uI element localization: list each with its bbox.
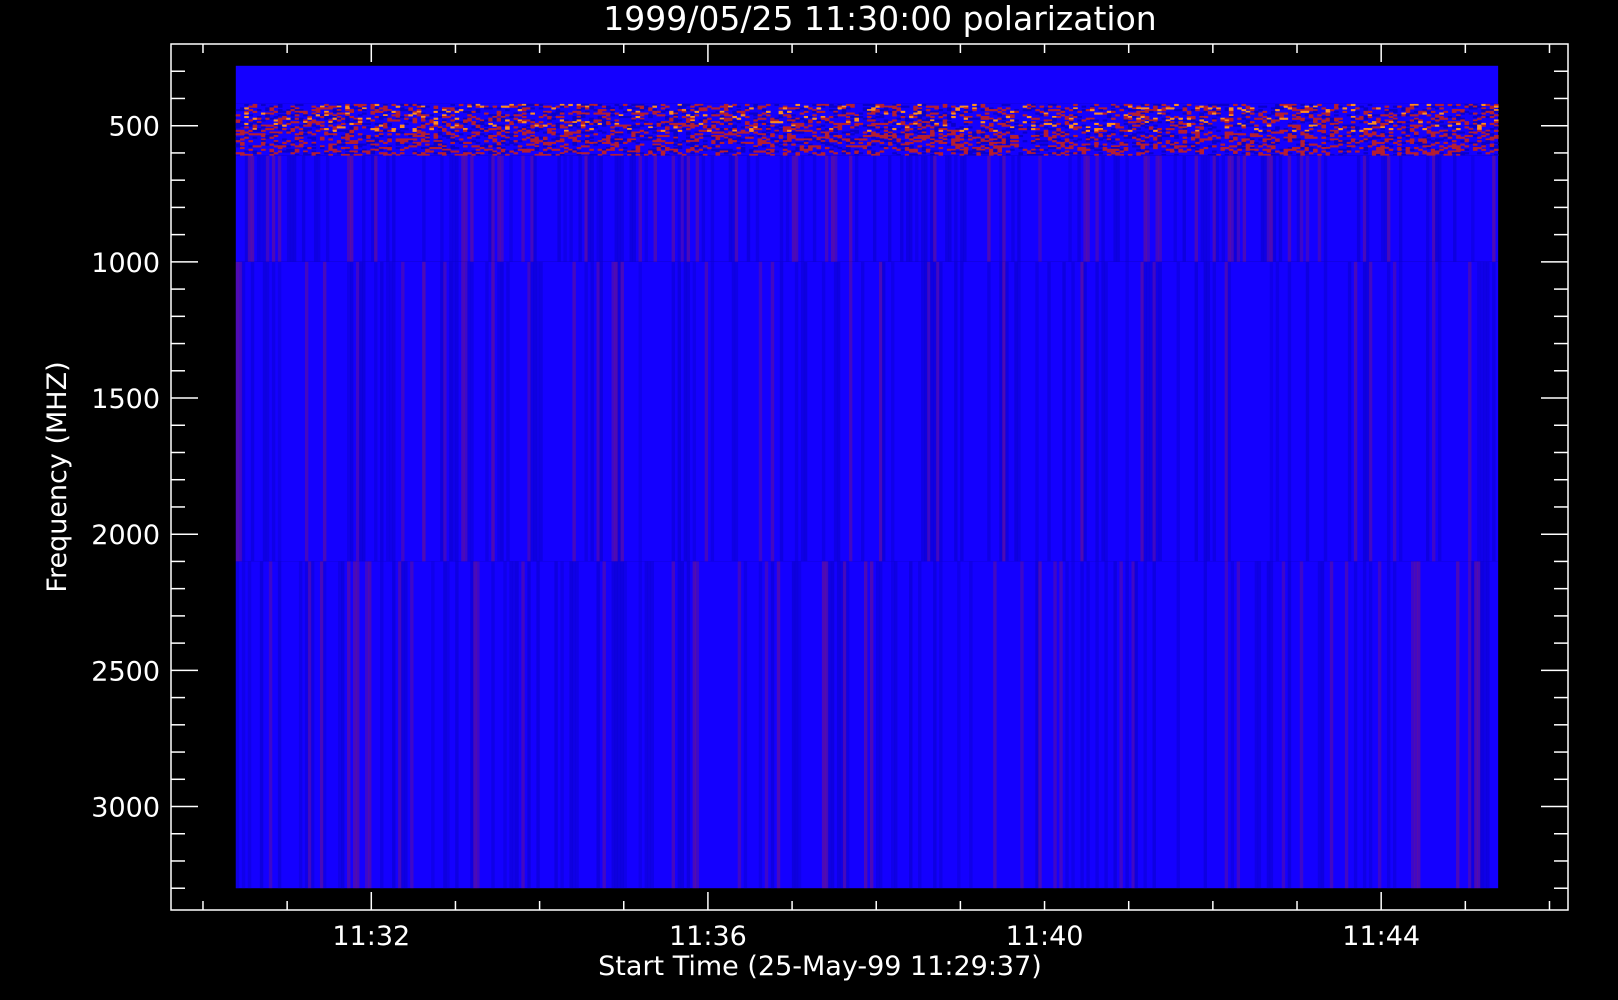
x-tick-label: 11:44 (1342, 921, 1420, 952)
y-tick-label: 2500 (91, 656, 160, 687)
x-tick-label: 11:40 (1006, 921, 1084, 952)
y-tick-label: 1500 (91, 384, 160, 415)
x-tick-label: 11:32 (332, 921, 410, 952)
spectrum-band (235, 261, 1499, 562)
x-axis-label: Start Time (25-May-99 11:29:37) (598, 951, 1042, 982)
y-tick-label: 500 (108, 112, 160, 143)
y-tick-label: 1000 (91, 248, 160, 279)
chart-title: 1999/05/25 11:30:00 polarization (603, 0, 1156, 38)
y-tick-label: 3000 (91, 793, 160, 824)
spectrum-band (235, 103, 1499, 157)
plot-area (235, 65, 1499, 889)
y-tick-label: 2000 (91, 520, 160, 551)
spectrum-band (235, 155, 1499, 262)
spectrum-band (235, 65, 1499, 104)
spectrum-band (235, 561, 1499, 889)
x-tick-label: 11:36 (669, 921, 747, 952)
spectrogram-chart: 1999/05/25 11:30:00 polarization 11:32 11… (42, 0, 1569, 982)
y-axis-label: Frequency (MHZ) (42, 361, 73, 592)
